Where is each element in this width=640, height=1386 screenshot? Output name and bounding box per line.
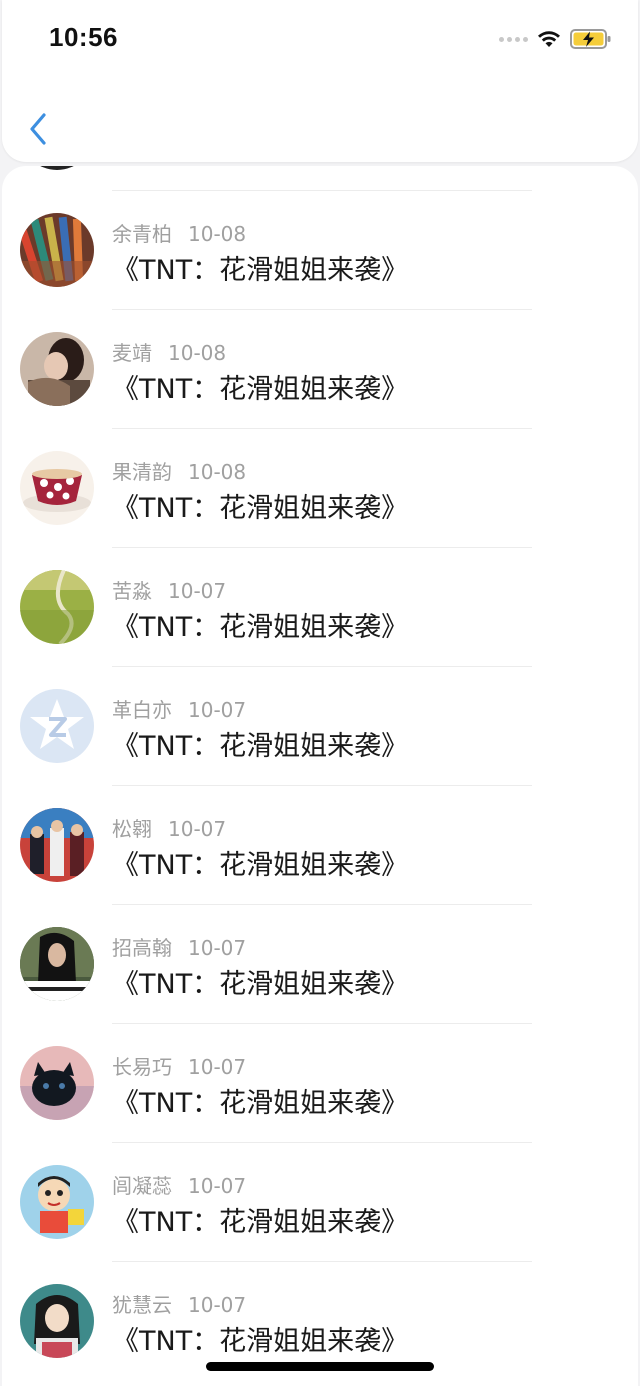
- comment-meta: 松翱 10-07: [112, 813, 226, 842]
- battery-charging-icon: [570, 29, 611, 49]
- comment-meta: 果清韵 10-08: [112, 456, 246, 485]
- commenter-name: 犹慧云: [112, 1293, 172, 1317]
- commenter-name: 苦淼: [112, 579, 152, 603]
- comment-meta: 余青柏 10-08: [112, 218, 246, 247]
- list-item[interactable]: 闾凝蕊 10-07 《TNT：花滑姐姐来袭》: [2, 1118, 638, 1239]
- comment-list[interactable]: 余青柏 10-08 《TNT：花滑姐姐来袭》 麦靖 10-08 《TNT：花滑姐姐来…: [2, 166, 638, 1386]
- comment-meta: 革白亦 10-07: [112, 694, 246, 723]
- comment-date: 10-08: [188, 460, 247, 484]
- commenter-name: 闾凝蕊: [112, 1174, 172, 1198]
- comment-text: 《TNT：花滑姐姐来袭》: [112, 1088, 409, 1119]
- status-icons: [499, 25, 612, 53]
- comment-meta: 长易巧 10-07: [112, 1051, 246, 1080]
- list-item[interactable]: 苦淼 10-07 《TNT：花滑姐姐来袭》: [2, 523, 638, 644]
- comment-meta: 苦淼 10-07: [112, 575, 226, 604]
- avatar[interactable]: [20, 570, 94, 644]
- status-time: 10:56: [49, 22, 118, 52]
- comment-date: 10-07: [168, 579, 227, 603]
- list-item[interactable]: 余青柏 10-08 《TNT：花滑姐姐来袭》: [2, 166, 638, 287]
- comment-meta: 麦靖 10-08: [112, 337, 226, 366]
- home-indicator[interactable]: [206, 1362, 434, 1371]
- list-item[interactable]: 果清韵 10-08 《TNT：花滑姐姐来袭》: [2, 404, 638, 525]
- commenter-name: 余青柏: [112, 222, 172, 246]
- comment-text: 《TNT：花滑姐姐来袭》: [112, 493, 409, 524]
- comment-text: 《TNT：花滑姐姐来袭》: [112, 731, 409, 762]
- commenter-name: 松翱: [112, 817, 152, 841]
- avatar[interactable]: [20, 451, 94, 525]
- avatar[interactable]: [20, 689, 94, 763]
- comment-text: 《TNT：花滑姐姐来袭》: [112, 969, 409, 1000]
- avatar[interactable]: [20, 1165, 94, 1239]
- comment-text: 《TNT：花滑姐姐来袭》: [112, 850, 409, 881]
- comment-date: 10-07: [188, 698, 247, 722]
- comment-meta: 闾凝蕊 10-07: [112, 1170, 246, 1199]
- list-item[interactable]: 招高翰 10-07 《TNT：花滑姐姐来袭》: [2, 880, 638, 1001]
- comment-date: 10-08: [168, 341, 227, 365]
- chevron-left-icon: [30, 113, 46, 145]
- comment-meta: 犹慧云 10-07: [112, 1289, 246, 1318]
- comment-date: 10-07: [188, 936, 247, 960]
- comment-date: 10-08: [188, 222, 247, 246]
- avatar[interactable]: [20, 1284, 94, 1358]
- wifi-icon: [538, 31, 560, 47]
- comment-date: 10-07: [168, 817, 227, 841]
- comment-text: 《TNT：花滑姐姐来袭》: [112, 374, 409, 405]
- avatar[interactable]: [20, 1046, 94, 1120]
- avatar[interactable]: [20, 213, 94, 287]
- avatar[interactable]: [20, 927, 94, 1001]
- comment-date: 10-07: [188, 1293, 247, 1317]
- comment-text: 《TNT：花滑姐姐来袭》: [112, 1326, 409, 1357]
- comment-text: 《TNT：花滑姐姐来袭》: [112, 1207, 409, 1238]
- list-item[interactable]: 麦靖 10-08 《TNT：花滑姐姐来袭》: [2, 285, 638, 406]
- commenter-name: 果清韵: [112, 460, 172, 484]
- screen: 10:56 余青柏 10-08 《TNT：花滑姐姐来袭》 麦靖 10-08 《T…: [0, 0, 640, 1386]
- commenter-name: 麦靖: [112, 341, 152, 365]
- header: 10:56: [2, 0, 638, 162]
- commenter-name: 招高翰: [112, 936, 172, 960]
- signal-dots-icon: [499, 36, 528, 42]
- commenter-name: 革白亦: [112, 698, 172, 722]
- comment-meta: 招高翰 10-07: [112, 932, 246, 961]
- list-item[interactable]: 革白亦 10-07 《TNT：花滑姐姐来袭》: [2, 642, 638, 763]
- comment-text: 《TNT：花滑姐姐来袭》: [112, 612, 409, 643]
- avatar[interactable]: [20, 808, 94, 882]
- comment-date: 10-07: [188, 1055, 247, 1079]
- back-button[interactable]: [20, 108, 56, 150]
- commenter-name: 长易巧: [112, 1055, 172, 1079]
- list-item[interactable]: 松翱 10-07 《TNT：花滑姐姐来袭》: [2, 761, 638, 882]
- comment-text: 《TNT：花滑姐姐来袭》: [112, 255, 409, 286]
- list-item[interactable]: 犹慧云 10-07 《TNT：花滑姐姐来袭》: [2, 1237, 638, 1358]
- avatar[interactable]: [20, 332, 94, 406]
- comment-date: 10-07: [188, 1174, 247, 1198]
- list-item[interactable]: 长易巧 10-07 《TNT：花滑姐姐来袭》: [2, 999, 638, 1120]
